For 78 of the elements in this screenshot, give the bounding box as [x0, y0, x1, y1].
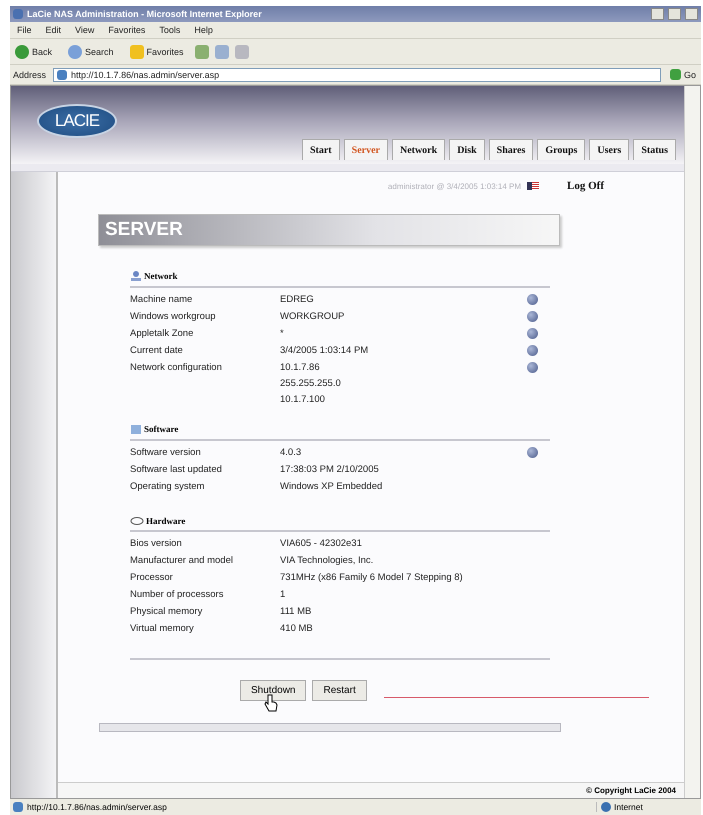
scrollbar[interactable]: [684, 86, 700, 798]
action-button[interactable]: Restart: [312, 680, 367, 701]
log-off-link[interactable]: Log Off: [567, 180, 604, 192]
field-value: 3/4/2005 1:03:14 PM: [280, 345, 370, 356]
field-label: Operating system: [130, 481, 206, 494]
menu-item[interactable]: File: [10, 25, 39, 35]
info-icon[interactable]: [527, 345, 538, 356]
hand-cursor-icon: [264, 694, 278, 712]
toolbar-button[interactable]: Favorites: [124, 44, 189, 58]
minimize-button[interactable]: [651, 8, 664, 20]
menu-item[interactable]: View: [68, 25, 102, 35]
field-label: Network configuration: [130, 362, 223, 375]
info-icon[interactable]: [527, 362, 538, 373]
menu-item[interactable]: Edit: [38, 25, 68, 35]
field-value: 731MHz (x86 Family 6 Model 7 Stepping 8): [280, 572, 464, 583]
logo: LACIE: [37, 104, 117, 138]
field-label: Machine name: [130, 294, 194, 307]
field-value: 10.1.7.86: [280, 362, 321, 373]
nav-tab[interactable]: Disk: [449, 139, 485, 160]
maximize-button[interactable]: [668, 8, 681, 20]
toolbar-button[interactable]: Search: [63, 44, 119, 58]
close-button[interactable]: [685, 8, 698, 20]
field-label: Number of processors: [130, 589, 224, 602]
field-value: 17:38:03 PM 2/10/2005: [280, 464, 380, 475]
session-info: administrator @ 3/4/2005 1:03:14 PM: [388, 182, 522, 190]
section-title: Hardware: [146, 516, 186, 526]
field-value: 1: [280, 589, 286, 600]
action-button[interactable]: Shutdown: [240, 680, 306, 701]
info-icon[interactable]: [527, 311, 538, 322]
address-field[interactable]: http://10.1.7.86/nas.admin/server.asp: [53, 68, 661, 82]
section-title: Network: [144, 271, 178, 281]
info-icon[interactable]: [527, 447, 538, 458]
field-value: 10.1.7.100: [280, 394, 326, 405]
field-label: Windows workgroup: [130, 311, 217, 324]
nav-tab[interactable]: Server: [344, 139, 388, 160]
window-title: LaCie NAS Administration - Microsoft Internet Explorer: [27, 9, 263, 19]
field-value: 255.255.255.0: [280, 378, 342, 389]
field-label: Virtual memory: [130, 623, 195, 636]
nav-tab[interactable]: Status: [633, 139, 676, 160]
field-value: Windows XP Embedded: [280, 481, 384, 492]
flag-icon: [527, 182, 540, 190]
hardware-icon: [130, 516, 144, 526]
field-label: Physical memory: [130, 606, 204, 619]
field-value: VIA605 - 42302e31: [280, 538, 363, 549]
field-label: Bios version: [130, 538, 183, 551]
software-icon: [130, 423, 142, 435]
menu-item[interactable]: Help: [187, 25, 220, 35]
nav-tab[interactable]: Start: [302, 139, 340, 160]
field-label: Software version: [130, 447, 202, 460]
address-label: Address: [12, 70, 48, 80]
nav-tab[interactable]: Groups: [537, 139, 586, 160]
toolbar-button[interactable]: Back: [10, 44, 58, 58]
field-value: VIA Technologies, Inc.: [280, 555, 374, 566]
nav-tab[interactable]: Shares: [488, 139, 534, 160]
field-value: EDREG: [280, 294, 315, 305]
status-url: http://10.1.7.86/nas.admin/server.asp: [27, 802, 167, 812]
info-icon[interactable]: [527, 294, 538, 305]
network-icon: [130, 270, 142, 282]
section-title: Software: [144, 424, 178, 434]
field-value: 111 MB: [280, 606, 312, 617]
field-label: Appletalk Zone: [130, 328, 194, 341]
field-value: 4.0.3: [280, 447, 302, 458]
field-label: Processor: [130, 572, 174, 585]
info-icon[interactable]: [527, 328, 538, 339]
go-button[interactable]: Go: [664, 69, 701, 80]
zone-label: Internet: [614, 802, 643, 812]
menu-item[interactable]: Tools: [152, 25, 188, 35]
menu-item[interactable]: Favorites: [101, 25, 152, 35]
nav-tab[interactable]: Network: [392, 139, 446, 160]
field-value: 410 MB: [280, 623, 314, 634]
page-heading: SERVER: [98, 214, 560, 246]
field-value: WORKGROUP: [280, 311, 346, 322]
field-label: Software last updated: [130, 464, 223, 477]
nav-tab[interactable]: Users: [589, 139, 630, 160]
field-value: *: [280, 328, 285, 339]
field-label: Current date: [130, 345, 184, 358]
field-label: Manufacturer and model: [130, 555, 234, 568]
copyright: © Copyright LaCie 2004: [586, 786, 676, 795]
